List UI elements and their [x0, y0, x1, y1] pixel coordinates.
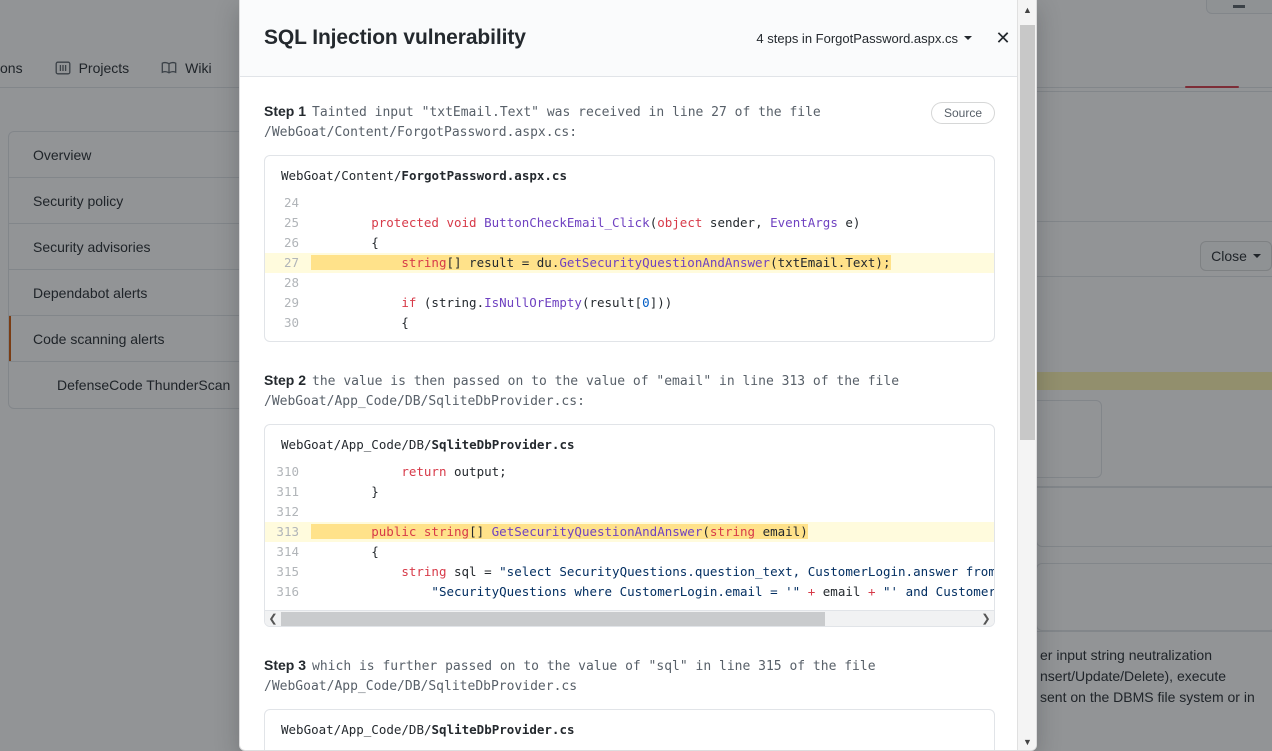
- code-line: 315 string sql = "select SecurityQuestio…: [265, 562, 994, 582]
- step-description: Step 2 the value is then passed on to the…: [264, 372, 900, 409]
- step-header: Step 2 the value is then passed on to the…: [264, 370, 995, 412]
- line-number: 26: [283, 235, 299, 250]
- code-snippet-card: WebGoat/Content/ForgotPassword.aspx.cs 24…: [264, 155, 995, 342]
- code-file-path: WebGoat/Content/ForgotPassword.aspx.cs: [281, 168, 567, 183]
- line-number: 312: [276, 504, 299, 519]
- step-label: Step 2: [264, 372, 307, 388]
- line-number: 30: [283, 315, 299, 330]
- code-line: 312: [265, 502, 994, 522]
- source-badge: Source: [930, 102, 995, 124]
- step-header: Step 1 Tainted input "txtEmail.Text" was …: [264, 101, 995, 143]
- code-line-highlighted: 313 public string[] GetSecurityQuestionA…: [265, 522, 994, 542]
- code-line-highlighted: 27 string[] result = du.GetSecurityQuest…: [265, 253, 994, 273]
- line-source: return output;: [401, 464, 507, 479]
- scrollbar-thumb[interactable]: [281, 611, 825, 626]
- modal-header-actions: 4 steps in ForgotPassword.aspx.cs ✕: [756, 29, 1012, 47]
- scroll-up-icon[interactable]: ▲: [1018, 0, 1036, 19]
- chevron-down-icon: [964, 36, 972, 40]
- code-snippet-card: WebGoat/App_Code/DB/SqliteDbProvider.cs 3…: [264, 709, 995, 750]
- line-number: 29: [283, 295, 299, 310]
- step-label: Step 3: [264, 657, 307, 673]
- code-line: 29 if (string.IsNullOrEmpty(result[0])): [265, 293, 994, 313]
- page-title: SQL Injection vulnerability: [264, 26, 526, 49]
- scroll-down-icon[interactable]: ▼: [1018, 732, 1036, 750]
- line-source: "SecurityQuestions where CustomerLogin.e…: [431, 584, 994, 599]
- line-source: {: [311, 544, 379, 559]
- line-number: 315: [276, 564, 299, 579]
- code-snippet-card: WebGoat/App_Code/DB/SqliteDbProvider.cs 3…: [264, 424, 995, 627]
- code-line: 26 {: [265, 233, 994, 253]
- steps-dropdown[interactable]: 4 steps in ForgotPassword.aspx.cs: [756, 31, 972, 46]
- code-line: 314 {: [265, 542, 994, 562]
- line-source: }: [311, 484, 379, 499]
- step-description: Step 1 Tainted input "txtEmail.Text" was …: [264, 103, 821, 140]
- modal-body: Step 1 Tainted input "txtEmail.Text" was …: [240, 77, 1019, 750]
- step-header: Step 3 which is further passed on to the …: [264, 655, 995, 697]
- close-icon[interactable]: ✕: [994, 29, 1012, 47]
- line-number: 310: [276, 464, 299, 479]
- line-number: 28: [283, 275, 299, 290]
- line-source: public string[] GetSecurityQuestionAndAn…: [311, 522, 808, 542]
- line-number: 314: [276, 544, 299, 559]
- scrollbar-thumb[interactable]: [1020, 25, 1035, 440]
- line-number: 313: [276, 524, 299, 539]
- line-number: 316: [276, 584, 299, 599]
- code-lines: 24 25 protected void ButtonCheckEmail_Cli…: [265, 193, 994, 341]
- code-line: 312: [265, 747, 994, 750]
- steps-dropdown-label: 4 steps in ForgotPassword.aspx.cs: [756, 30, 958, 46]
- line-source: if (string.IsNullOrEmpty(result[0])): [401, 295, 673, 310]
- code-line: 25 protected void ButtonCheckEmail_Click…: [265, 213, 994, 233]
- code-file-path: WebGoat/App_Code/DB/SqliteDbProvider.cs: [281, 437, 575, 452]
- code-file-path: WebGoat/App_Code/DB/SqliteDbProvider.cs: [281, 722, 575, 737]
- line-number: 25: [283, 215, 299, 230]
- line-source: protected void ButtonCheckEmail_Click(ob…: [371, 215, 861, 230]
- code-line: 24: [265, 193, 994, 213]
- scroll-right-icon[interactable]: ❯: [978, 611, 994, 627]
- code-lines: 310 return output; 311 } 312 313 public str…: [265, 462, 994, 610]
- code-line: 30 {: [265, 313, 994, 333]
- line-source: {: [311, 235, 379, 250]
- scroll-left-icon[interactable]: ❮: [265, 611, 281, 627]
- modal-scrollbar[interactable]: ▲ ▼: [1017, 0, 1036, 750]
- code-line: 311 }: [265, 482, 994, 502]
- code-horizontal-scrollbar[interactable]: ❮ ❯: [265, 610, 994, 626]
- code-lines: 312313 public string[] GetSecurityQuesti…: [265, 747, 994, 750]
- code-line: 310 return output;: [265, 462, 994, 482]
- line-source: string sql = "select SecurityQuestions.q…: [401, 564, 994, 579]
- line-number: 312: [265, 747, 311, 750]
- line-source: {: [311, 315, 409, 330]
- vulnerability-modal: SQL Injection vulnerability 4 steps in F…: [239, 0, 1037, 751]
- code-line: 316 "SecurityQuestions where CustomerLog…: [265, 582, 994, 602]
- scrollbar-track[interactable]: [281, 610, 978, 626]
- line-number: 24: [283, 195, 299, 210]
- step-label: Step 1: [264, 103, 307, 119]
- line-number: 27: [283, 255, 299, 270]
- step-description: Step 3 which is further passed on to the …: [264, 657, 876, 694]
- modal-header: SQL Injection vulnerability 4 steps in F…: [240, 0, 1036, 77]
- line-source: string[] result = du.GetSecurityQuestion…: [311, 253, 891, 273]
- line-number: 311: [276, 484, 299, 499]
- code-line: 28: [265, 273, 994, 293]
